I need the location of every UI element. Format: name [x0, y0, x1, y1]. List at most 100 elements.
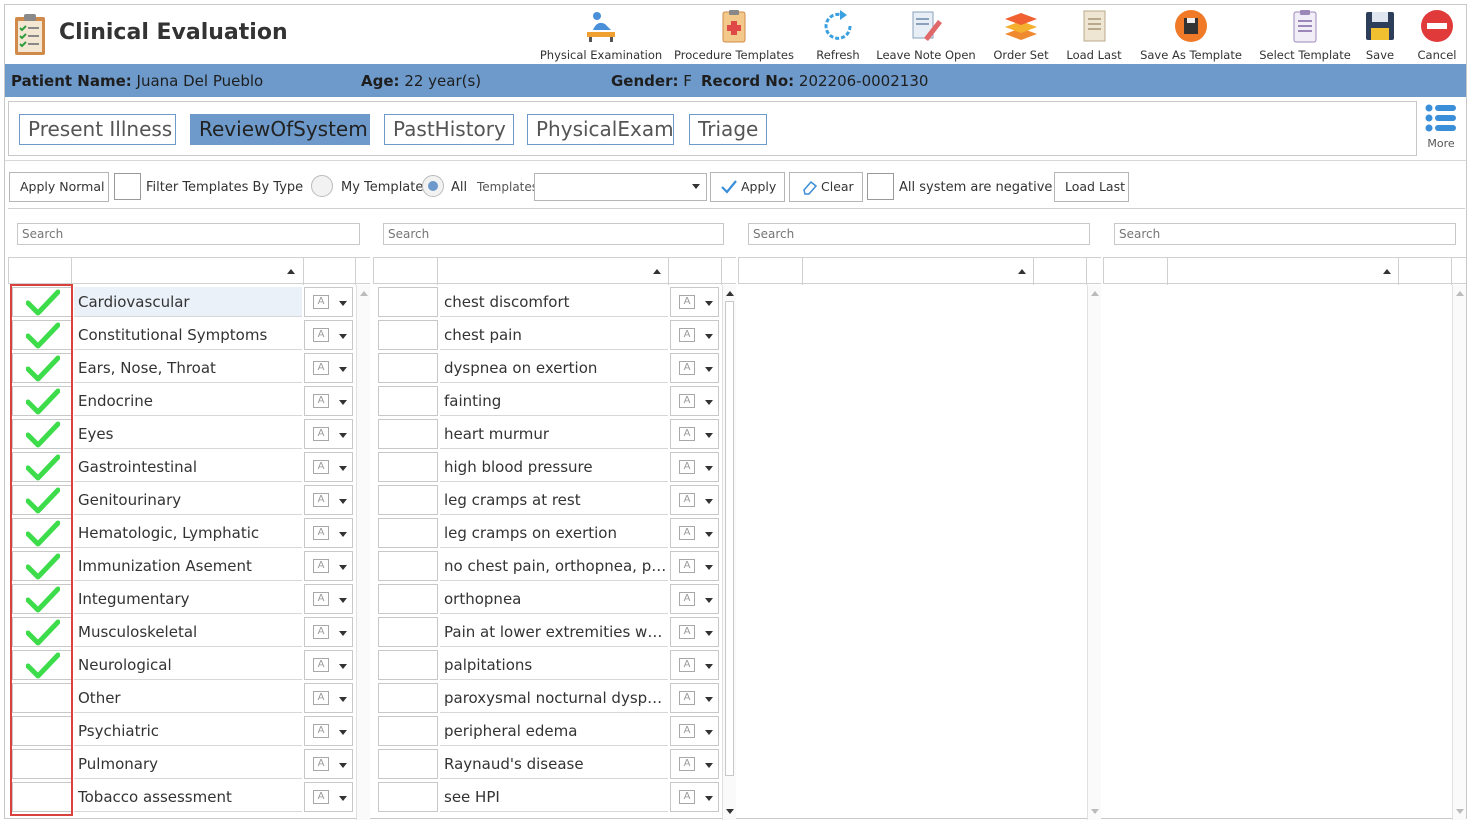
row-checkbox[interactable] [378, 320, 438, 350]
row-checkbox[interactable] [12, 287, 72, 317]
table-row[interactable]: chest discomfort A [373, 285, 723, 318]
action-column-header[interactable] [1034, 258, 1087, 285]
row-checkbox[interactable] [378, 617, 438, 647]
table-row[interactable]: orthopnea A [373, 582, 723, 615]
symptom-column-header[interactable] [438, 258, 669, 285]
template-action-button[interactable]: A [304, 617, 353, 647]
template-action-button[interactable]: A [304, 584, 353, 614]
apply-button[interactable]: Apply [710, 172, 785, 202]
check-column-header[interactable] [374, 258, 438, 285]
row-checkbox[interactable] [378, 683, 438, 713]
row-checkbox[interactable] [12, 452, 72, 482]
template-action-button[interactable]: A [304, 320, 353, 350]
scroll-down-icon[interactable] [1456, 809, 1464, 814]
clear-button[interactable]: Clear [789, 172, 863, 202]
row-checkbox[interactable] [12, 617, 72, 647]
template-action-button[interactable]: A [670, 386, 719, 416]
template-action-button[interactable]: A [304, 749, 353, 779]
table-row[interactable]: see HPI A [373, 780, 723, 813]
check-column-header[interactable] [9, 258, 72, 285]
save-button[interactable]: Save [1360, 5, 1400, 64]
row-checkbox[interactable] [12, 650, 72, 680]
order-set-button[interactable]: Order Set [988, 5, 1054, 64]
row-checkbox[interactable] [378, 386, 438, 416]
template-action-button[interactable]: A [670, 518, 719, 548]
template-action-button[interactable]: A [670, 485, 719, 515]
table-row[interactable]: Tobacco assessment A [8, 780, 358, 813]
column4-scrollbar[interactable] [1452, 285, 1466, 820]
template-action-button[interactable]: A [304, 485, 353, 515]
table-row[interactable]: Genitourinary A [8, 483, 358, 516]
row-checkbox[interactable] [378, 650, 438, 680]
table-row[interactable]: Pulmonary A [8, 747, 358, 780]
table-row[interactable]: chest pain A [373, 318, 723, 351]
template-action-button[interactable]: A [670, 716, 719, 746]
row-checkbox[interactable] [12, 386, 72, 416]
scroll-up-icon[interactable] [360, 291, 368, 296]
table-row[interactable]: Other A [8, 681, 358, 714]
load-last-button[interactable]: Load Last [1061, 5, 1127, 64]
row-checkbox[interactable] [12, 584, 72, 614]
system-column-header[interactable] [72, 258, 304, 285]
table-row[interactable]: heart murmur A [373, 417, 723, 450]
row-checkbox[interactable] [12, 353, 72, 383]
template-action-button[interactable]: A [670, 287, 719, 317]
refresh-button[interactable]: Refresh [805, 5, 871, 64]
scroll-up-icon[interactable] [726, 291, 734, 296]
row-checkbox[interactable] [378, 353, 438, 383]
table-row[interactable]: Immunization Asement A [8, 549, 358, 582]
table-row[interactable]: Psychiatric A [8, 714, 358, 747]
table-row[interactable]: paroxysmal nocturnal dyspnea A [373, 681, 723, 714]
scroll-thumb[interactable] [725, 301, 734, 776]
row-checkbox[interactable] [378, 287, 438, 317]
row-checkbox[interactable] [12, 716, 72, 746]
template-action-button[interactable]: A [670, 353, 719, 383]
row-checkbox[interactable] [12, 485, 72, 515]
table-row[interactable]: Pain at lower extremities whil... A [373, 615, 723, 648]
template-action-button[interactable]: A [304, 518, 353, 548]
templates-dropdown[interactable] [534, 173, 707, 201]
template-action-button[interactable]: A [304, 353, 353, 383]
tab-physical-exam[interactable]: PhysicalExam [527, 114, 674, 145]
row-checkbox[interactable] [378, 551, 438, 581]
check-column-header[interactable] [739, 258, 803, 285]
table-row[interactable]: leg cramps on exertion A [373, 516, 723, 549]
template-action-button[interactable]: A [670, 320, 719, 350]
tab-past-history[interactable]: PastHistory [384, 114, 514, 145]
template-action-button[interactable]: A [304, 782, 353, 812]
template-action-button[interactable]: A [670, 617, 719, 647]
row-checkbox[interactable] [378, 518, 438, 548]
row-checkbox[interactable] [378, 716, 438, 746]
tab-triage[interactable]: Triage [689, 114, 767, 145]
row-checkbox[interactable] [12, 320, 72, 350]
table-row[interactable]: Gastrointestinal A [8, 450, 358, 483]
row-checkbox[interactable] [378, 485, 438, 515]
row-checkbox[interactable] [12, 683, 72, 713]
scroll-down-icon[interactable] [726, 809, 734, 814]
symptoms-scrollbar[interactable] [722, 285, 736, 820]
template-action-button[interactable]: A [670, 584, 719, 614]
table-row[interactable]: Hematologic, Lymphatic A [8, 516, 358, 549]
more-button[interactable]: More [1423, 103, 1459, 155]
table-row[interactable]: palpitations A [373, 648, 723, 681]
template-action-button[interactable]: A [304, 716, 353, 746]
table-row[interactable]: Ears, Nose, Throat A [8, 351, 358, 384]
template-action-button[interactable]: A [670, 551, 719, 581]
table-row[interactable]: Integumentary A [8, 582, 358, 615]
check-column-header[interactable] [1104, 258, 1168, 285]
template-action-button[interactable]: A [304, 683, 353, 713]
row-checkbox[interactable] [12, 551, 72, 581]
template-action-button[interactable]: A [670, 419, 719, 449]
physical-examination-button[interactable]: Physical Examination [540, 5, 662, 64]
row-checkbox[interactable] [12, 518, 72, 548]
cancel-button[interactable]: Cancel [1415, 5, 1459, 64]
action-column-header[interactable] [304, 258, 356, 285]
symptoms-search-input[interactable] [383, 223, 724, 245]
row-checkbox[interactable] [12, 749, 72, 779]
load-last-filter-button[interactable]: Load Last [1054, 172, 1129, 202]
row-checkbox[interactable] [378, 584, 438, 614]
apply-normal-button[interactable]: Apply Normal [9, 172, 109, 202]
action-column-header[interactable] [1399, 258, 1452, 285]
row-checkbox[interactable] [378, 452, 438, 482]
table-row[interactable]: Cardiovascular A [8, 285, 358, 318]
